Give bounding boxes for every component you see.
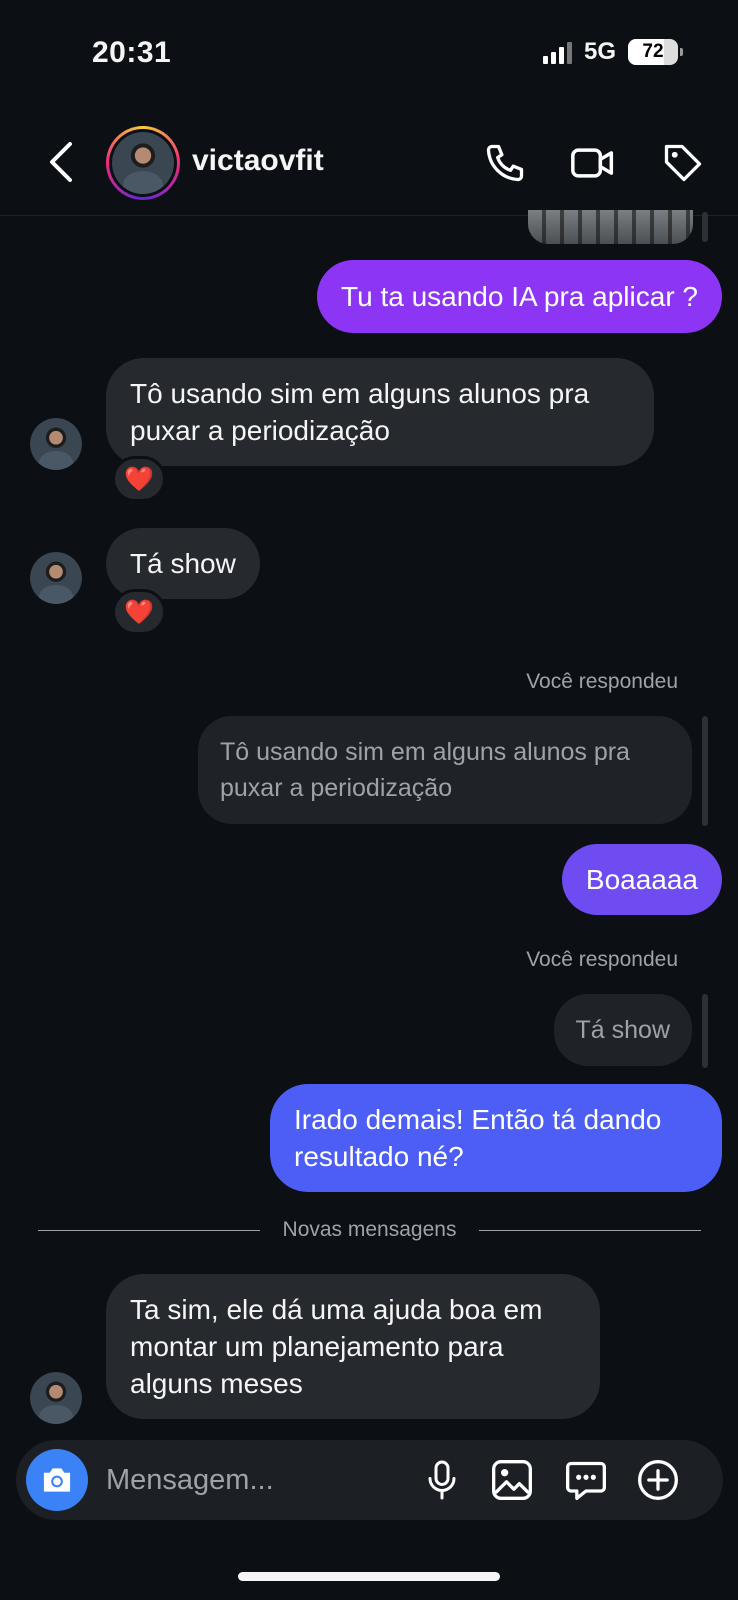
image-icon xyxy=(492,1460,532,1500)
sender-avatar[interactable] xyxy=(30,418,82,470)
chat-username[interactable]: victaovfit xyxy=(192,144,324,178)
reaction-badge[interactable]: ❤️ xyxy=(112,589,166,635)
quoted-text: Tá show xyxy=(575,1016,670,1044)
message-text: Tô usando sim em alguns alunos pra puxar… xyxy=(130,378,590,446)
new-messages-divider: Novas mensagens xyxy=(38,1216,701,1246)
add-icon xyxy=(638,1460,678,1500)
message-bubble-incoming[interactable]: Tá show xyxy=(106,528,260,599)
reaction-badge[interactable]: ❤️ xyxy=(112,456,166,502)
avatar xyxy=(112,132,174,194)
battery-icon: 72 xyxy=(628,39,683,65)
back-button[interactable] xyxy=(40,136,80,188)
message-text: Ta sim, ele dá uma ajuda boa em montar u… xyxy=(130,1294,543,1399)
add-button[interactable] xyxy=(632,1454,684,1506)
chat-header: victaovfit xyxy=(0,110,738,216)
status-bar: 20:31 5G 72 xyxy=(0,0,738,100)
network-label: 5G xyxy=(583,38,616,65)
battery-level: 72 xyxy=(642,41,664,62)
replied-label: Você respondeu xyxy=(526,948,678,971)
message-input[interactable] xyxy=(106,1458,406,1502)
message-text: Tu ta usando IA pra aplicar ? xyxy=(341,281,698,312)
mic-icon xyxy=(428,1460,456,1500)
call-button[interactable] xyxy=(480,138,530,188)
quote-bar xyxy=(702,994,708,1068)
heart-icon: ❤️ xyxy=(124,465,154,493)
message-bubble-incoming[interactable]: Ta sim, ele dá uma ajuda boa em montar u… xyxy=(106,1274,600,1419)
quote-bar xyxy=(702,716,708,826)
home-indicator[interactable] xyxy=(238,1572,500,1581)
camera-icon xyxy=(43,1468,71,1492)
sticker-button[interactable] xyxy=(560,1454,612,1506)
tag-icon xyxy=(664,144,702,182)
video-call-button[interactable] xyxy=(568,138,618,188)
signal-icon xyxy=(542,40,572,64)
quoted-text: Tô usando sim em alguns alunos pra puxar… xyxy=(220,738,630,802)
message-text: Boaaaaa xyxy=(585,864,698,895)
quote-bar xyxy=(702,212,708,242)
message-bubble-outgoing[interactable]: Tu ta usando IA pra aplicar ? xyxy=(317,260,722,333)
gallery-button[interactable] xyxy=(486,1454,538,1506)
divider-label: Novas mensagens xyxy=(282,1218,457,1241)
sender-avatar[interactable] xyxy=(30,1372,82,1424)
shared-image-preview[interactable] xyxy=(528,210,693,244)
heart-icon: ❤️ xyxy=(124,598,154,626)
message-bubble-outgoing[interactable]: Irado demais! Então tá dando resultado n… xyxy=(270,1084,722,1192)
quoted-message[interactable]: Tô usando sim em alguns alunos pra puxar… xyxy=(198,716,692,824)
video-icon xyxy=(571,148,614,178)
camera-button[interactable] xyxy=(26,1449,88,1511)
message-composer xyxy=(16,1440,723,1520)
message-text: Irado demais! Então tá dando resultado n… xyxy=(294,1104,662,1172)
tag-button[interactable] xyxy=(658,138,708,188)
sender-avatar[interactable] xyxy=(30,552,82,604)
voice-button[interactable] xyxy=(416,1454,468,1506)
message-bubble-incoming[interactable]: Tô usando sim em alguns alunos pra puxar… xyxy=(106,358,654,466)
quoted-message[interactable]: Tá show xyxy=(553,994,692,1066)
phone-icon xyxy=(486,144,524,182)
status-indicators: 5G 72 xyxy=(542,38,683,66)
message-bubble-outgoing[interactable]: Boaaaaa xyxy=(561,844,722,915)
back-icon xyxy=(50,142,72,182)
profile-avatar[interactable] xyxy=(106,126,180,200)
message-text: Tá show xyxy=(130,548,236,579)
replied-label: Você respondeu xyxy=(526,670,678,693)
sticker-icon xyxy=(566,1461,606,1500)
status-time: 20:31 xyxy=(92,36,172,69)
